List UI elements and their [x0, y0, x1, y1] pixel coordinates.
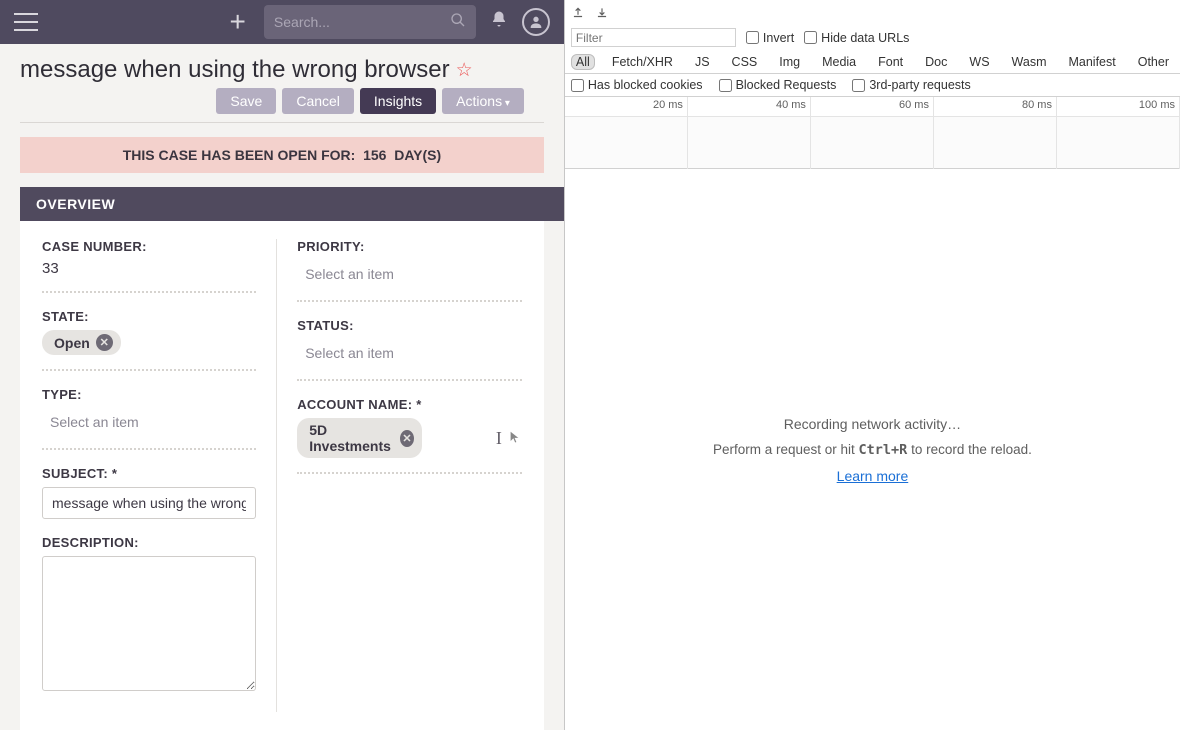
state-chip[interactable]: Open ✕: [42, 330, 121, 355]
field-type: TYPE: Select an item: [42, 387, 256, 450]
blocked-requests-checkbox[interactable]: Blocked Requests: [719, 78, 837, 92]
timeline-lane: [811, 117, 934, 169]
request-type-filters: All Fetch/XHR JS CSS Img Media Font Doc WS Wasm Ma…: [565, 51, 1180, 74]
status-label: STATUS:: [297, 318, 522, 333]
learn-more-link[interactable]: Learn more: [837, 468, 909, 484]
page-title: message when using the wrong browser: [20, 56, 450, 84]
filter-type-wasm[interactable]: Wasm: [1007, 54, 1052, 70]
left-column: CASE NUMBER: 33 STATE: Open ✕ TYPE: Sele…: [42, 239, 256, 712]
add-icon[interactable]: +: [226, 6, 250, 38]
filter-type-font[interactable]: Font: [873, 54, 908, 70]
third-party-checkbox[interactable]: 3rd-party requests: [852, 78, 970, 92]
blocked-cookies-checkbox[interactable]: Has blocked cookies: [571, 78, 703, 92]
reload-hint: Perform a request or hit Ctrl+R to recor…: [713, 442, 1032, 458]
remove-state-icon[interactable]: ✕: [96, 334, 113, 351]
filter-type-media[interactable]: Media: [817, 54, 861, 70]
filter-type-css[interactable]: CSS: [727, 54, 763, 70]
field-case-number: CASE NUMBER: 33: [42, 239, 256, 293]
filter-type-img[interactable]: Img: [774, 54, 805, 70]
field-priority: PRIORITY: Select an item: [297, 239, 522, 302]
search-box[interactable]: [264, 5, 476, 39]
priority-label: PRIORITY:: [297, 239, 522, 254]
timeline-lane: [934, 117, 1057, 169]
timeline-tick: 60 ms: [811, 97, 934, 116]
devtools-filter-row: Invert Hide data URLs: [565, 24, 1180, 51]
timeline-tick: 40 ms: [688, 97, 811, 116]
type-label: TYPE:: [42, 387, 256, 402]
filter-type-doc[interactable]: Doc: [920, 54, 952, 70]
right-column: PRIORITY: Select an item STATUS: Select …: [297, 239, 522, 712]
case-number-value: 33: [42, 260, 256, 277]
timeline-lane: [1057, 117, 1180, 169]
filter-type-other[interactable]: Other: [1133, 54, 1174, 70]
tab-overview[interactable]: OVERVIEW: [20, 187, 564, 221]
timeline-tick: 80 ms: [934, 97, 1057, 116]
field-subject: SUBJECT: *: [42, 466, 256, 519]
status-select[interactable]: Select an item: [297, 339, 522, 365]
crm-panel: + message when using the wrong browser ☆…: [0, 0, 564, 730]
field-account: ACCOUNT NAME: * 5D Investments ✕ I: [297, 397, 522, 474]
notifications-icon[interactable]: [490, 10, 508, 34]
devtools-panel: Invert Hide data URLs All Fetch/XHR JS CSS I…: [564, 0, 1180, 730]
timeline-lane: [565, 117, 688, 169]
search-icon[interactable]: [450, 12, 466, 33]
search-input[interactable]: [274, 14, 450, 30]
save-button[interactable]: Save: [216, 88, 276, 114]
action-buttons: Save Cancel Insights Actions: [20, 88, 544, 123]
network-timeline[interactable]: 20 ms40 ms60 ms80 ms100 ms: [565, 97, 1180, 169]
case-number-label: CASE NUMBER:: [42, 239, 256, 254]
account-chip-label: 5D Investments: [309, 422, 394, 454]
network-filter-input[interactable]: [571, 28, 736, 47]
timeline-lane: [688, 117, 811, 169]
user-avatar-icon[interactable]: [522, 8, 550, 36]
subject-label: SUBJECT: *: [42, 466, 256, 481]
network-empty-state: Recording network activity… Perform a re…: [565, 169, 1180, 730]
filter-type-fetchxhr[interactable]: Fetch/XHR: [607, 54, 678, 70]
priority-select[interactable]: Select an item: [297, 260, 522, 286]
field-status: STATUS: Select an item: [297, 318, 522, 381]
filter-type-ws[interactable]: WS: [964, 54, 994, 70]
filter-type-all[interactable]: All: [571, 54, 595, 70]
timeline-tick: 100 ms: [1057, 97, 1180, 116]
field-description: DESCRIPTION:: [42, 535, 256, 696]
actions-dropdown[interactable]: Actions: [442, 88, 524, 114]
open-duration-banner: THIS CASE HAS BEEN OPEN FOR: 156 DAY(S): [20, 137, 544, 173]
recording-text: Recording network activity…: [784, 416, 961, 432]
filter-type-js[interactable]: JS: [690, 54, 715, 70]
description-label: DESCRIPTION:: [42, 535, 256, 550]
field-state: STATE: Open ✕: [42, 309, 256, 371]
upload-icon[interactable]: [571, 6, 585, 23]
account-chip[interactable]: 5D Investments ✕: [297, 418, 422, 458]
menu-icon[interactable]: [14, 13, 38, 31]
title-row: message when using the wrong browser ☆: [0, 44, 564, 88]
type-select[interactable]: Select an item: [42, 408, 256, 434]
description-textarea[interactable]: [42, 556, 256, 691]
devtools-toolbar: [565, 0, 1180, 24]
cancel-button[interactable]: Cancel: [282, 88, 354, 114]
invert-checkbox[interactable]: Invert: [746, 31, 794, 45]
text-cursor-icon: I: [496, 428, 502, 449]
crm-top-bar: +: [0, 0, 564, 44]
column-divider: [276, 239, 277, 712]
download-icon[interactable]: [595, 6, 609, 23]
favorite-star-icon[interactable]: ☆: [456, 59, 473, 82]
state-label: STATE:: [42, 309, 256, 324]
mouse-pointer-icon: [508, 428, 522, 449]
insights-button[interactable]: Insights: [360, 88, 436, 114]
account-label: ACCOUNT NAME: *: [297, 397, 522, 412]
remove-account-icon[interactable]: ✕: [400, 430, 414, 447]
state-chip-label: Open: [54, 335, 90, 351]
devtools-checks-row: Has blocked cookies Blocked Requests 3rd…: [565, 74, 1180, 97]
timeline-tick: 20 ms: [565, 97, 688, 116]
hide-data-urls-checkbox[interactable]: Hide data URLs: [804, 31, 909, 45]
filter-type-manifest[interactable]: Manifest: [1063, 54, 1120, 70]
overview-card: CASE NUMBER: 33 STATE: Open ✕ TYPE: Sele…: [20, 221, 544, 730]
subject-input[interactable]: [42, 487, 256, 519]
